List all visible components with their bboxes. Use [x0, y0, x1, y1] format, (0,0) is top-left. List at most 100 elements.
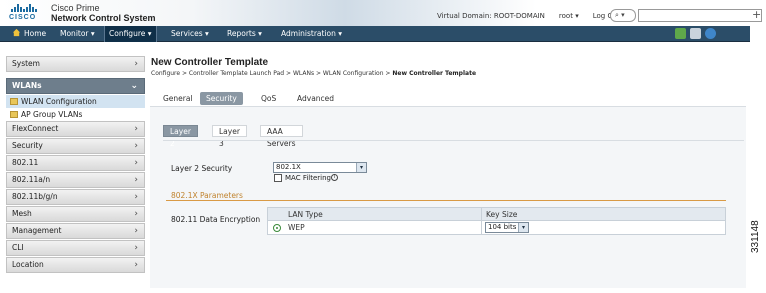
- sidebar-item-label: Management: [12, 226, 62, 235]
- mac-filtering-checkbox[interactable]: [274, 174, 282, 182]
- sidebar-subitem-ap-group-vlans[interactable]: AP Group VLANs: [6, 108, 145, 121]
- user-name: root: [558, 12, 573, 20]
- nav-administration-label: Administration: [281, 29, 336, 38]
- figure-number: 331148: [750, 220, 761, 253]
- nav-monitor[interactable]: Monitor ▾: [60, 26, 95, 42]
- nav-reports-label: Reports: [227, 29, 256, 38]
- breadcrumb-path[interactable]: Configure > Controller Template Launch P…: [151, 70, 392, 77]
- sidebar-item-label: 802.11b/g/n: [12, 192, 58, 201]
- column-header-lan-type: LAN Type: [288, 210, 323, 219]
- chevron-right-icon: ›: [134, 124, 138, 134]
- subtab-layer-2[interactable]: Layer 2: [163, 125, 198, 148]
- nav-services-label: Services: [171, 29, 203, 38]
- chevron-down-icon: ▾: [356, 163, 366, 172]
- table-header: LAN Type Key Size: [268, 208, 725, 221]
- help-icon[interactable]: [705, 28, 716, 39]
- product-line-2: Network Control System: [51, 13, 156, 23]
- virtual-domain: Virtual Domain: ROOT-DOMAIN: [437, 12, 545, 20]
- layer2-security-select[interactable]: 802.1X ▾: [273, 162, 367, 173]
- subtab-aaa-servers[interactable]: AAA Servers: [260, 125, 303, 148]
- divider: [163, 140, 744, 141]
- chevron-down-icon: ▾: [205, 29, 209, 38]
- search-type-dropdown[interactable]: ⌕ ▾: [610, 9, 636, 22]
- print-icon[interactable]: [690, 28, 701, 39]
- nav-home-label: Home: [24, 29, 47, 38]
- nav-tools: [675, 28, 716, 39]
- product-name: Cisco Prime Network Control System: [51, 3, 156, 23]
- sidebar-item-802-11[interactable]: 802.11 ›: [6, 155, 145, 171]
- chevron-right-icon: ›: [134, 226, 138, 236]
- sidebar-item-label: System: [12, 59, 40, 68]
- sidebar-item-label: 802.11a/n: [12, 175, 51, 184]
- tab-security[interactable]: Security: [200, 92, 243, 105]
- nav-monitor-label: Monitor: [60, 29, 89, 38]
- sidebar-item-label: CLI: [12, 243, 24, 252]
- tab-advanced[interactable]: Advanced: [297, 92, 334, 105]
- section-title-8021x: 802.1X Parameters: [171, 191, 243, 200]
- nav-home[interactable]: Home: [12, 26, 46, 42]
- chevron-down-icon: ▾: [90, 29, 95, 38]
- sidebar-item-label: 802.11: [12, 158, 39, 167]
- info-icon[interactable]: i: [331, 174, 338, 181]
- sidebar-item-mesh[interactable]: Mesh ›: [6, 206, 145, 222]
- user-dropdown-icon: ▾: [575, 12, 579, 20]
- sidebar-item-location[interactable]: Location ›: [6, 257, 145, 273]
- cisco-logo: CISCO: [9, 4, 43, 22]
- sidebar-item-flexconnect[interactable]: FlexConnect ›: [6, 121, 145, 137]
- sidebar-subitem-wlan-configuration[interactable]: WLAN Configuration: [6, 95, 145, 108]
- chevron-right-icon: ›: [134, 59, 138, 69]
- chevron-right-icon: ›: [134, 260, 138, 270]
- user-menu[interactable]: root ▾: [559, 12, 579, 20]
- mac-filtering-label: MAC Filtering: [285, 174, 331, 182]
- chevron-down-icon: ⌄: [130, 81, 138, 91]
- subtab-layer-3[interactable]: Layer 3: [212, 125, 247, 148]
- main-nav: Home Monitor ▾ Configure ▾ Services ▾ Re…: [0, 26, 750, 42]
- sidebar-item-label: Mesh: [12, 209, 32, 218]
- key-size-select[interactable]: 104 bits ▾: [485, 222, 529, 233]
- refresh-icon[interactable]: [675, 28, 686, 39]
- encryption-table: LAN Type Key Size WEP 104 bits ▾: [267, 207, 726, 235]
- sidebar-item-label: Security: [12, 141, 43, 150]
- sidebar-item-label: WLANs: [12, 81, 42, 90]
- home-icon: [12, 28, 21, 37]
- chevron-right-icon: ›: [134, 175, 138, 185]
- sidebar-item-system[interactable]: System ›: [6, 56, 145, 72]
- sidebar-item-802-11an[interactable]: 802.11a/n ›: [6, 172, 145, 188]
- sidebar: System › WLANs ⌄ WLAN Configuration AP G…: [6, 56, 145, 274]
- chevron-down-icon: ▾: [518, 223, 528, 232]
- cisco-bars-icon: [11, 4, 43, 12]
- nav-reports[interactable]: Reports ▾: [227, 26, 262, 42]
- layer2-security-label: Layer 2 Security: [171, 164, 233, 173]
- section-divider: [166, 200, 726, 201]
- nav-configure-label: Configure: [109, 29, 146, 38]
- header-user-area: Virtual Domain: ROOT-DOMAIN root ▾ Log O…: [437, 12, 634, 20]
- chevron-right-icon: ›: [134, 158, 138, 168]
- column-header-key-size: Key Size: [486, 210, 518, 219]
- chevron-right-icon: ›: [134, 209, 138, 219]
- top-header: CISCO Cisco Prime Network Control System…: [0, 0, 766, 26]
- sidebar-item-cli[interactable]: CLI ›: [6, 240, 145, 256]
- wep-radio[interactable]: [273, 224, 281, 232]
- folder-icon: [10, 98, 18, 105]
- sidebar-item-label: FlexConnect: [12, 124, 59, 133]
- chevron-down-icon: ▾: [258, 29, 262, 38]
- nav-configure[interactable]: Configure ▾: [104, 26, 157, 42]
- sidebar-item-802-11bgn[interactable]: 802.11b/g/n ›: [6, 189, 145, 205]
- table-row: WEP 104 bits ▾: [268, 221, 725, 234]
- sidebar-subitem-label: AP Group VLANs: [21, 110, 83, 119]
- sidebar-item-management[interactable]: Management ›: [6, 223, 145, 239]
- plus-icon[interactable]: +: [752, 8, 761, 21]
- sidebar-item-security[interactable]: Security ›: [6, 138, 145, 154]
- nav-administration[interactable]: Administration ▾: [281, 26, 342, 42]
- lan-type-cell: WEP: [288, 223, 305, 232]
- tab-general[interactable]: General: [163, 92, 193, 105]
- sidebar-subitem-label: WLAN Configuration: [21, 97, 97, 106]
- sidebar-item-wlans[interactable]: WLANs ⌄: [6, 78, 145, 94]
- tab-qos[interactable]: QoS: [261, 92, 276, 105]
- product-line-1: Cisco Prime: [51, 3, 100, 13]
- cisco-wordmark: CISCO: [9, 14, 37, 21]
- nav-services[interactable]: Services ▾: [171, 26, 209, 42]
- folder-icon: [10, 111, 18, 118]
- search-input[interactable]: [638, 9, 762, 22]
- page-title: New Controller Template: [151, 57, 269, 68]
